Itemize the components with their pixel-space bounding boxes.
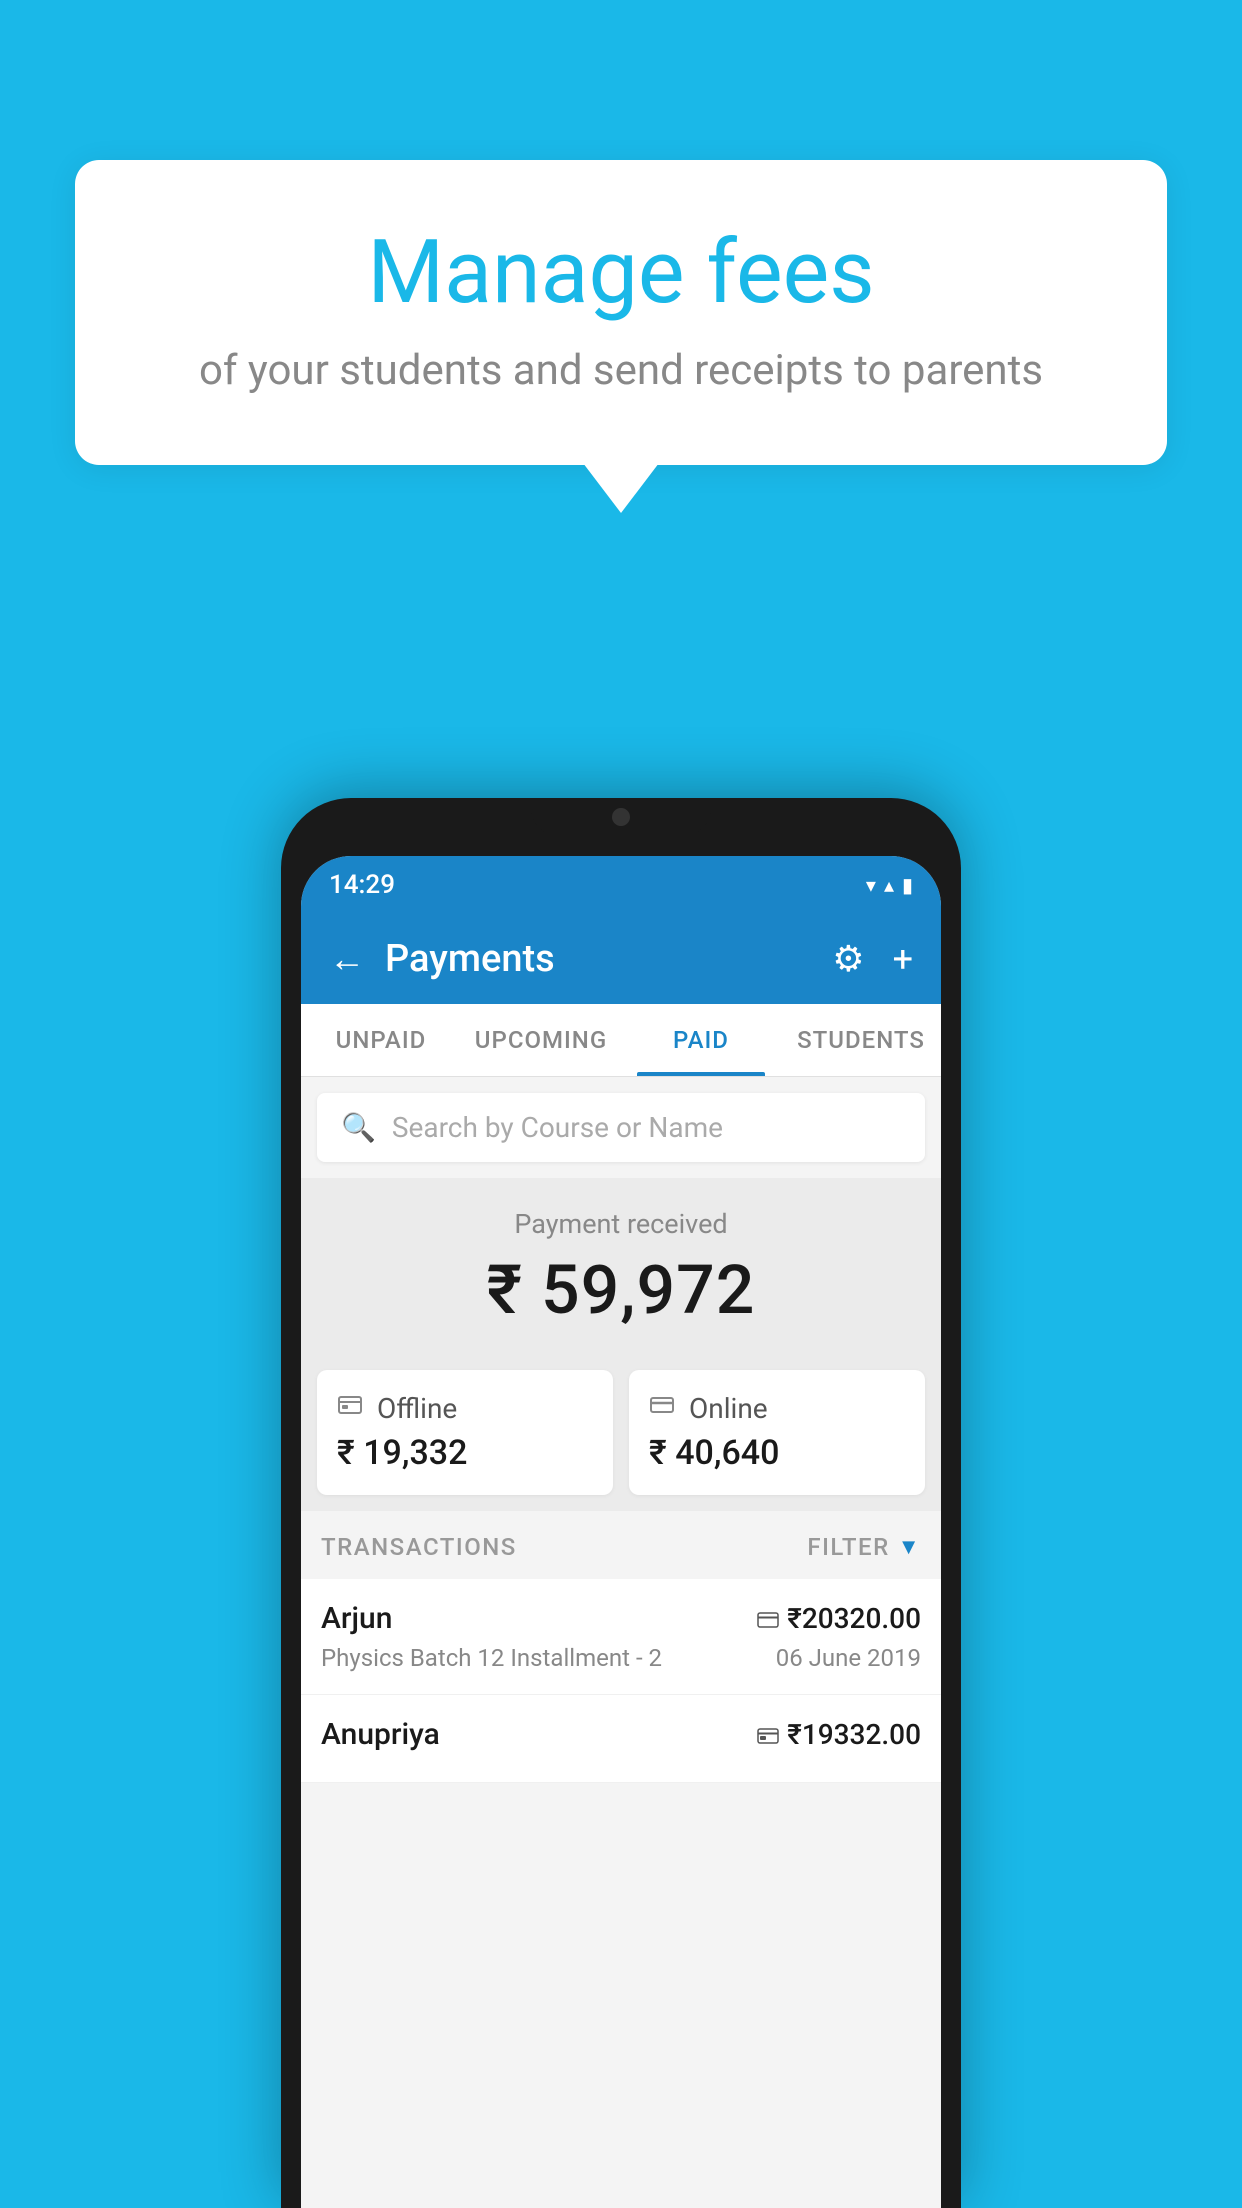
speech-bubble: Manage fees of your students and send re… — [75, 160, 1167, 465]
offline-card-icon — [337, 1392, 363, 1425]
status-icons: ▾ ▴ ▮ — [866, 873, 913, 897]
back-button[interactable]: ← — [329, 938, 365, 980]
signal-icon: ▴ — [884, 873, 894, 897]
transaction-course: Physics Batch 12 Installment - 2 — [321, 1644, 662, 1672]
phone-frame: 14:29 ▾ ▴ ▮ ← Payments ⚙ + UNPAID UPCOMI… — [281, 798, 961, 2208]
payment-received-section: Payment received ₹ 59,972 — [301, 1178, 941, 1354]
phone-notch — [531, 798, 711, 836]
app-header: ← Payments ⚙ + — [301, 914, 941, 1004]
online-card-icon — [649, 1392, 675, 1425]
phone-screen: 14:29 ▾ ▴ ▮ ← Payments ⚙ + UNPAID UPCOMI… — [301, 856, 941, 2208]
status-time: 14:29 — [329, 870, 395, 900]
header-left: ← Payments — [329, 937, 555, 981]
payment-received-label: Payment received — [321, 1208, 921, 1240]
transactions-label: TRANSACTIONS — [321, 1533, 517, 1561]
search-icon: 🔍 — [341, 1111, 376, 1144]
transaction-name: Arjun — [321, 1601, 392, 1636]
filter-button[interactable]: FILTER ▼ — [807, 1533, 921, 1561]
online-payment-icon — [757, 1602, 779, 1635]
header-title: Payments — [385, 937, 555, 981]
wifi-icon: ▾ — [866, 873, 876, 897]
filter-icon: ▼ — [898, 1534, 921, 1560]
bubble-subtitle: of your students and send receipts to pa… — [135, 346, 1107, 395]
transactions-header: TRANSACTIONS FILTER ▼ — [301, 1511, 941, 1579]
header-right: ⚙ + — [832, 938, 913, 980]
tab-students[interactable]: STUDENTS — [781, 1004, 941, 1076]
tab-paid[interactable]: PAID — [621, 1004, 781, 1076]
tab-upcoming[interactable]: UPCOMING — [461, 1004, 621, 1076]
tab-unpaid[interactable]: UNPAID — [301, 1004, 461, 1076]
offline-card: Offline ₹ 19,332 — [317, 1370, 613, 1495]
transaction-date: 06 June 2019 — [776, 1644, 921, 1672]
transaction-name: Anupriya — [321, 1717, 440, 1752]
transaction-row[interactable]: Arjun ₹20320.00 Physics Batch 12 Install… — [301, 1579, 941, 1695]
offline-card-amount: ₹ 19,332 — [337, 1433, 593, 1473]
payment-cards: Offline ₹ 19,332 Online ₹ 40,640 — [301, 1354, 941, 1511]
transaction-amount: ₹20320.00 — [757, 1602, 921, 1635]
transaction-row[interactable]: Anupriya ₹19332.00 — [301, 1695, 941, 1783]
add-button[interactable]: + — [893, 938, 913, 980]
bubble-title: Manage fees — [135, 220, 1107, 326]
settings-button[interactable]: ⚙ — [832, 938, 864, 980]
battery-icon: ▮ — [902, 873, 913, 897]
search-placeholder: Search by Course or Name — [392, 1111, 723, 1144]
tabs: UNPAID UPCOMING PAID STUDENTS — [301, 1004, 941, 1077]
payment-received-amount: ₹ 59,972 — [321, 1250, 921, 1330]
status-bar: 14:29 ▾ ▴ ▮ — [301, 856, 941, 914]
filter-label: FILTER — [807, 1533, 889, 1561]
search-bar[interactable]: 🔍 Search by Course or Name — [317, 1093, 925, 1162]
online-card-amount: ₹ 40,640 — [649, 1433, 905, 1473]
offline-payment-icon — [757, 1718, 779, 1751]
offline-card-type: Offline — [377, 1392, 457, 1425]
online-card-type: Online — [689, 1392, 768, 1425]
transaction-amount: ₹19332.00 — [757, 1718, 921, 1751]
online-card: Online ₹ 40,640 — [629, 1370, 925, 1495]
